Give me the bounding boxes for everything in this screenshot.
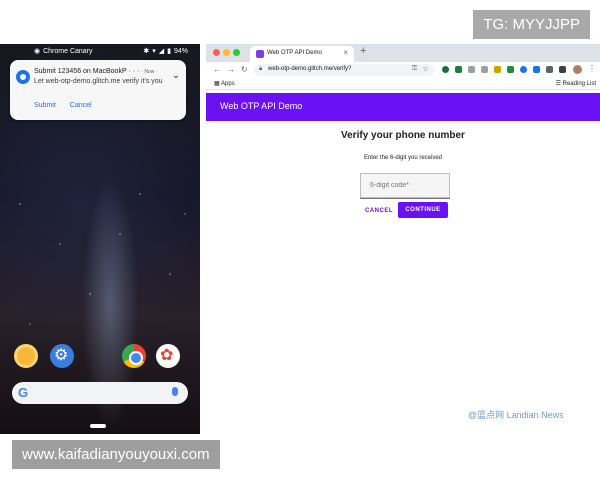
puzzle-icon[interactable]	[546, 66, 553, 73]
key-icon[interactable]: ⚿	[412, 65, 417, 73]
extension-icon[interactable]	[442, 66, 449, 73]
bookmarks-bar: ▦ Apps ☰ Reading List	[206, 78, 600, 90]
notification-title: Submit 123456 on MacBookP · · ·	[34, 68, 140, 75]
cancel-button[interactable]: CANCEL	[360, 204, 398, 218]
lock-icon[interactable]: 🔒︎	[259, 66, 262, 73]
signal-icon: ◢	[158, 48, 165, 55]
notification-body: Let web-otp-demo.glitch.me verify it's y…	[34, 78, 163, 85]
chrome-icon[interactable]	[122, 344, 146, 368]
notification-meta: · Now ·	[141, 69, 158, 75]
extension-icon[interactable]	[559, 66, 566, 73]
chrome-canary-icon: ◉	[34, 48, 41, 55]
forward-icon[interactable]: →	[227, 65, 235, 74]
watermark: @蓝点网 Landian.News	[468, 410, 564, 420]
submit-button[interactable]: Submit	[34, 102, 56, 109]
extension-icon[interactable]	[533, 66, 540, 73]
address-url: web-otp-demo.glitch.me/verify?	[268, 66, 352, 72]
wifi-icon: ▾	[152, 48, 156, 55]
page-title: Verify your phone number	[341, 130, 465, 141]
photos-icon[interactable]	[156, 344, 180, 368]
page-subtitle: Enter the 6-digit you received	[363, 155, 443, 161]
gesture-nav-handle[interactable]	[90, 424, 106, 428]
tab-web-otp-demo[interactable]: Web OTP API Demo ×	[250, 46, 354, 62]
phone-status-bar: ◉ Chrome Canary ✱ ▾ ◢ ▮ 94%	[0, 44, 200, 58]
reading-list[interactable]: Reading List	[563, 81, 596, 87]
tab-strip: Web OTP API Demo × +	[206, 44, 600, 62]
extension-icon[interactable]	[520, 66, 527, 73]
avatar[interactable]	[573, 65, 582, 74]
extension-icon[interactable]	[468, 66, 475, 73]
back-icon[interactable]: ←	[213, 65, 221, 74]
app-icon[interactable]	[14, 344, 38, 368]
battery-icon: ▮	[167, 48, 171, 55]
maximize-window-icon[interactable]	[233, 49, 240, 56]
extension-icon[interactable]	[481, 66, 488, 73]
reading-list-icon: ☰	[555, 81, 561, 87]
minimize-window-icon[interactable]	[223, 49, 230, 56]
phone-screen: ◉ Chrome Canary ✱ ▾ ◢ ▮ 94% Submit 12345…	[0, 44, 200, 434]
tab-title: Web OTP API Demo	[267, 50, 322, 56]
chrome-canary-icon	[16, 70, 30, 84]
browser-toolbar: ← → ↻ 🔒︎ web-otp-demo.glitch.me/verify? …	[206, 62, 600, 78]
cancel-button[interactable]: Cancel	[70, 102, 92, 109]
otp-code-input[interactable]	[360, 173, 450, 199]
glitch-favicon-icon	[256, 50, 264, 58]
browser-window: Web OTP API Demo × + ← → ↻ 🔒︎ web-otp-de…	[206, 44, 600, 434]
close-window-icon[interactable]	[213, 49, 220, 56]
otp-notification[interactable]: Submit 123456 on MacBookP · · · · Now · …	[10, 60, 186, 120]
google-search-bar[interactable]: G	[12, 382, 188, 404]
star-icon[interactable]: ☆	[422, 65, 428, 73]
new-tab-icon[interactable]: +	[360, 45, 366, 57]
tg-badge: TG: MYYJJPP	[473, 10, 590, 39]
more-menu-icon[interactable]: ⋮	[588, 64, 596, 73]
extension-icon[interactable]	[507, 66, 514, 73]
apps-grid-icon: ▦	[214, 81, 220, 87]
app-bar-title: Web OTP API Demo	[220, 101, 303, 111]
reload-icon[interactable]: ↻	[241, 65, 248, 74]
app-bar: Web OTP API Demo	[206, 93, 600, 121]
mic-icon[interactable]	[170, 387, 180, 399]
address-bar[interactable]: 🔒︎ web-otp-demo.glitch.me/verify?	[254, 64, 434, 76]
status-app-name: Chrome Canary	[43, 47, 93, 55]
site-badge: www.kaifadianyouyouxi.com	[12, 440, 220, 469]
continue-button[interactable]: CONTINUE	[398, 202, 448, 218]
extension-icon[interactable]	[494, 66, 501, 73]
google-icon: G	[18, 385, 29, 400]
extension-icons	[442, 66, 566, 73]
bookmark-apps[interactable]: Apps	[221, 81, 235, 87]
bluetooth-icon: ✱	[143, 48, 150, 55]
omnibox-actions: ⚿ ☆	[412, 65, 429, 73]
battery-level: 94%	[173, 47, 188, 55]
extension-icon[interactable]	[455, 66, 462, 73]
home-dock	[10, 342, 190, 370]
notification-actions: Submit Cancel	[34, 102, 92, 109]
close-tab-icon[interactable]: ×	[343, 48, 348, 57]
settings-icon[interactable]	[50, 344, 74, 368]
chevron-down-icon[interactable]: ⌄	[172, 70, 180, 81]
